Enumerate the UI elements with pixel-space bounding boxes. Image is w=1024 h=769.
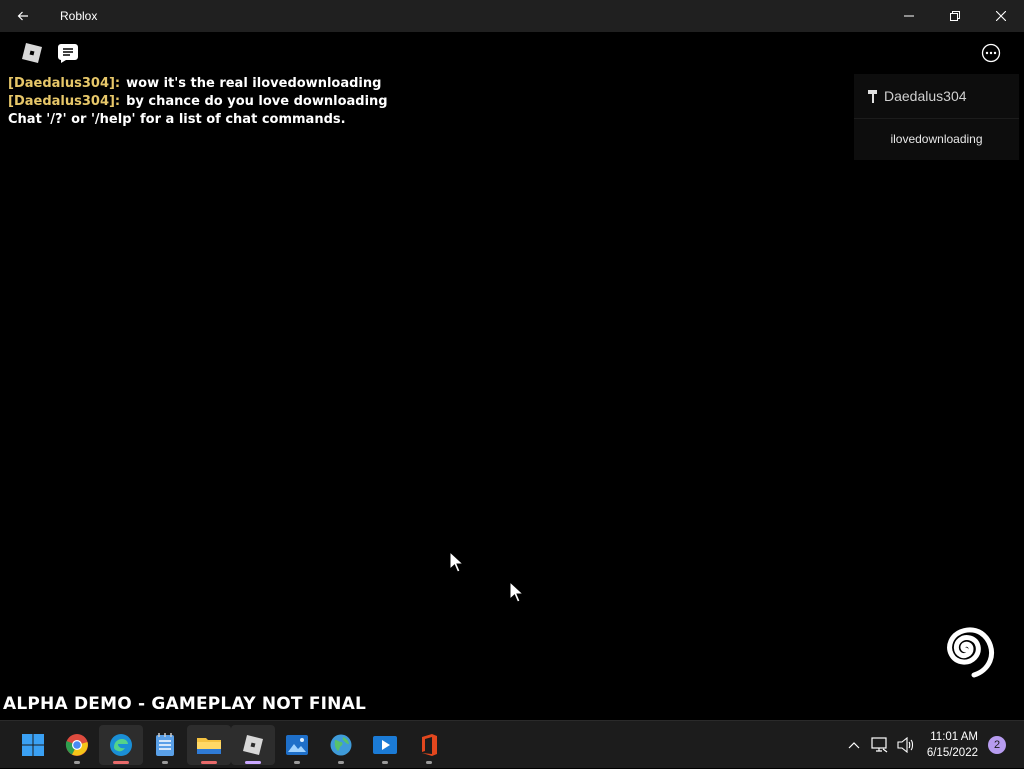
show-hidden-icons-button[interactable]: [842, 733, 866, 757]
taskbar-app-maps[interactable]: [319, 725, 363, 765]
windows-start-icon: [22, 733, 44, 756]
network-icon: [871, 736, 888, 752]
close-button[interactable]: [978, 0, 1024, 32]
window-title: Roblox: [60, 9, 98, 23]
back-button[interactable]: [0, 0, 46, 32]
game-viewport[interactable]: [Daedalus304]: wow it's the real ilovedow…: [0, 32, 1024, 720]
more-options-icon: [981, 43, 1001, 63]
notepad-icon: [156, 732, 174, 756]
taskbar-app-roblox[interactable]: [231, 724, 275, 765]
mouse-cursor-icon: [449, 551, 463, 573]
file-explorer-icon: [197, 737, 221, 754]
roblox-icon: [243, 734, 263, 755]
back-arrow-icon: [17, 11, 28, 21]
chat-message: [Daedalus304]: wow it's the real ilovedow…: [8, 75, 388, 93]
taskbar-app-office[interactable]: [407, 725, 451, 765]
volume-button[interactable]: [894, 733, 918, 757]
office-icon: [422, 733, 437, 756]
clock-time: 11:01 AM: [930, 730, 978, 743]
taskbar-app-notepad[interactable]: [143, 725, 187, 765]
mouse-cursor-icon: [509, 581, 523, 603]
more-options-button[interactable]: [980, 42, 1002, 64]
chat-log: [Daedalus304]: wow it's the real ilovedow…: [8, 75, 388, 129]
chevron-up-icon: [848, 741, 860, 748]
taskbar: 11:01 AM 6/15/2022 2: [0, 720, 1024, 768]
roblox-logo-icon: [22, 43, 42, 63]
close-icon: [996, 11, 1006, 21]
chat-icon: [58, 44, 78, 63]
loading-spiral-icon: [947, 627, 995, 678]
chat-toggle-button[interactable]: [56, 41, 80, 65]
media-player-icon: [373, 735, 397, 754]
taskbar-app-media-player[interactable]: [363, 725, 407, 765]
taskbar-app-chrome[interactable]: [55, 725, 99, 765]
taskbar-clock[interactable]: 11:01 AM 6/15/2022: [927, 729, 978, 761]
chat-message: [Daedalus304]: by chance do you love down…: [8, 93, 388, 111]
chrome-icon: [65, 733, 88, 756]
chat-text: by chance do you love downloading: [126, 94, 388, 109]
player-list-header-name: Daedalus304: [884, 88, 967, 104]
taskbar-app-photos[interactable]: [275, 725, 319, 765]
clock-date: 6/15/2022: [926, 746, 978, 759]
roblox-menu-button[interactable]: [20, 41, 44, 65]
photos-icon: [286, 734, 308, 755]
chat-text: wow it's the real ilovedownloading: [126, 76, 382, 91]
start-button[interactable]: [11, 725, 55, 765]
player-list: Daedalus304 ilovedownloading: [854, 74, 1019, 160]
speaker-icon: [897, 736, 913, 753]
taskbar-app-file-explorer[interactable]: [187, 724, 231, 765]
edge-icon: [110, 733, 132, 756]
window-titlebar: Roblox: [0, 0, 1024, 32]
alpha-demo-banner: ALPHA DEMO - GAMEPLAY NOT FINAL: [3, 694, 366, 714]
chat-system-message: Chat '/?' or '/help' for a list of chat …: [8, 112, 346, 127]
premium-hammer-icon: [868, 90, 877, 103]
player-list-entry[interactable]: ilovedownloading: [854, 119, 1019, 159]
notification-badge[interactable]: 2: [988, 735, 1006, 754]
restore-button[interactable]: [932, 0, 978, 32]
network-button[interactable]: [868, 733, 892, 757]
chat-speaker[interactable]: [Daedalus304]:: [8, 76, 120, 91]
taskbar-app-edge[interactable]: [99, 724, 143, 765]
maps-icon: [330, 734, 352, 755]
restore-icon: [950, 11, 960, 21]
minimize-icon: [904, 15, 914, 17]
player-list-header[interactable]: Daedalus304: [854, 74, 1019, 119]
chat-speaker[interactable]: [Daedalus304]:: [8, 94, 120, 109]
minimize-button[interactable]: [886, 0, 932, 32]
